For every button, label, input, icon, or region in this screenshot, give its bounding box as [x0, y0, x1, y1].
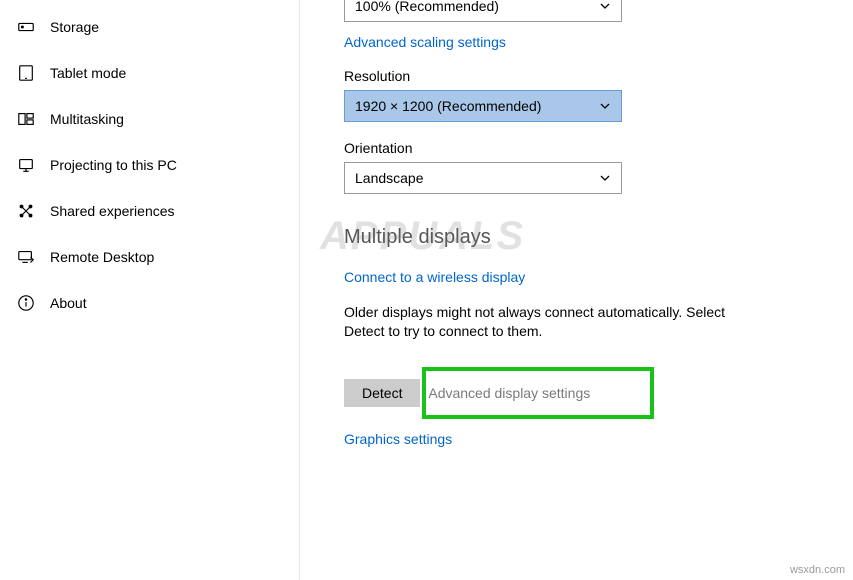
connect-wireless-display-link[interactable]: Connect to a wireless display	[344, 269, 525, 285]
multiple-displays-heading: Multiple displays	[344, 226, 853, 249]
orientation-dropdown[interactable]: Landscape	[344, 162, 622, 194]
multitasking-icon	[16, 109, 36, 129]
chevron-down-icon	[599, 0, 611, 12]
orientation-label: Orientation	[344, 140, 853, 156]
sidebar-item-storage[interactable]: Storage	[0, 4, 299, 50]
sidebar-item-label: Remote Desktop	[50, 249, 154, 265]
resolution-dropdown[interactable]: 1920 × 1200 (Recommended)	[344, 90, 622, 122]
scale-dropdown[interactable]: 100% (Recommended)	[344, 0, 622, 22]
tablet-icon	[16, 63, 36, 83]
chevron-down-icon	[599, 100, 611, 112]
sidebar-item-about[interactable]: About	[0, 280, 299, 326]
resolution-label: Resolution	[344, 68, 853, 84]
sidebar-item-label: Storage	[50, 19, 99, 35]
older-displays-text: Older displays might not always connect …	[344, 303, 764, 341]
highlight-annotation: Advanced display settings	[422, 367, 654, 419]
projecting-icon	[16, 155, 36, 175]
sidebar-item-label: Projecting to this PC	[50, 157, 177, 173]
sidebar-item-label: Shared experiences	[50, 203, 175, 219]
graphics-settings-link[interactable]: Graphics settings	[344, 431, 452, 447]
detect-button[interactable]: Detect	[344, 379, 420, 407]
orientation-dropdown-value: Landscape	[355, 170, 424, 186]
source-attribution: wsxdn.com	[790, 564, 845, 576]
remote-desktop-icon	[16, 247, 36, 267]
sidebar-item-label: About	[50, 295, 87, 311]
sidebar-item-shared-experiences[interactable]: Shared experiences	[0, 188, 299, 234]
sidebar-item-multitasking[interactable]: Multitasking	[0, 96, 299, 142]
scale-dropdown-value: 100% (Recommended)	[355, 0, 499, 14]
sidebar-item-projecting[interactable]: Projecting to this PC	[0, 142, 299, 188]
resolution-dropdown-value: 1920 × 1200 (Recommended)	[355, 98, 541, 114]
sidebar-item-label: Tablet mode	[50, 65, 126, 81]
sidebar-item-remote-desktop[interactable]: Remote Desktop	[0, 234, 299, 280]
chevron-down-icon	[599, 172, 611, 184]
sidebar-item-label: Multitasking	[50, 111, 124, 127]
advanced-scaling-link[interactable]: Advanced scaling settings	[344, 34, 506, 50]
info-icon	[16, 293, 36, 313]
sidebar-item-tablet-mode[interactable]: Tablet mode	[0, 50, 299, 96]
advanced-display-settings-link[interactable]: Advanced display settings	[428, 385, 590, 401]
settings-sidebar: Storage Tablet mode Multitasking Project…	[0, 0, 300, 580]
display-settings-panel: 100% (Recommended) Advanced scaling sett…	[300, 0, 853, 580]
shared-experiences-icon	[16, 201, 36, 221]
storage-icon	[16, 17, 36, 37]
